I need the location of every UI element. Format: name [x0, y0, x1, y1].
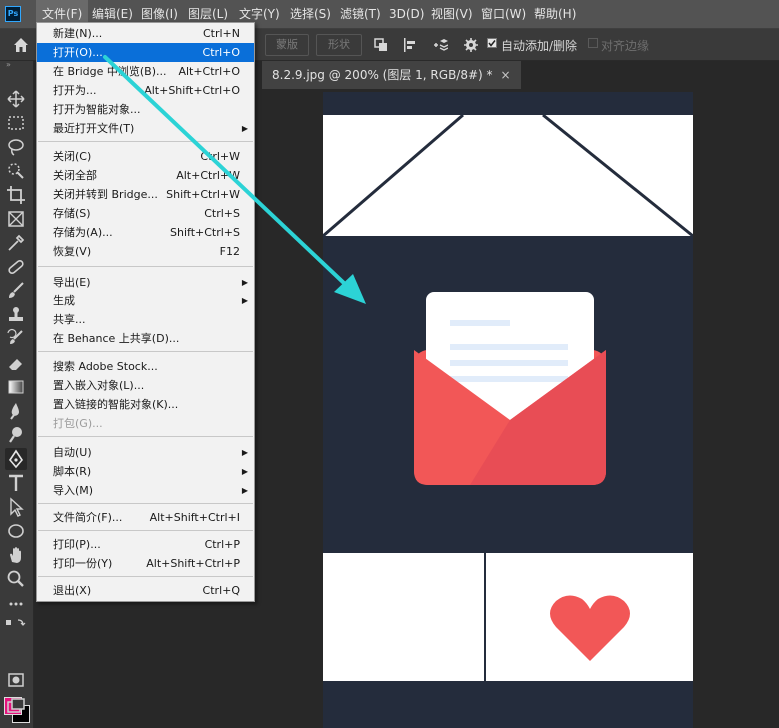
menu-separator — [38, 436, 253, 437]
menu-separator — [38, 351, 253, 352]
envelope-icon — [414, 292, 606, 485]
menu-filter[interactable]: 滤镜(T) — [334, 0, 387, 28]
menu-window[interactable]: 窗口(W) — [475, 0, 532, 28]
menu-item-open-smart-object[interactable]: 打开为智能对象... — [37, 100, 254, 119]
more-tools-icon[interactable] — [5, 592, 27, 614]
menu-item-close-go-bridge[interactable]: 关闭并转到 Bridge... Shift+Ctrl+W — [37, 185, 254, 204]
menu-item-save[interactable]: 存储(S) Ctrl+S — [37, 204, 254, 223]
mask-button[interactable]: 蒙版 — [265, 34, 309, 56]
heart-icon — [550, 595, 630, 661]
frame-tool-icon[interactable] — [5, 208, 27, 230]
path-arrangement-icon[interactable] — [432, 37, 448, 53]
path-alignment-icon[interactable] — [402, 37, 418, 53]
menu-item-new[interactable]: 新建(N)... Ctrl+N — [37, 24, 254, 43]
screen-mode-icon[interactable] — [5, 695, 27, 717]
menu-item-place-embedded[interactable]: 置入嵌入对象(L)... — [37, 376, 254, 395]
type-tool-icon[interactable] — [5, 472, 27, 494]
brush-tool-icon[interactable] — [5, 280, 27, 302]
menu-item-open[interactable]: 打开(O)... Ctrl+O — [37, 43, 254, 62]
align-edges-checkbox[interactable] — [588, 38, 598, 48]
eraser-tool-icon[interactable] — [5, 352, 27, 374]
submenu-arrow-icon: ▶ — [241, 467, 248, 476]
pen-tool-icon[interactable] — [5, 448, 27, 470]
menu-item-generate[interactable]: 生成 ▶ — [37, 291, 254, 310]
menu-separator — [38, 266, 253, 267]
menu-3d[interactable]: 3D(D) — [383, 0, 430, 28]
menu-separator — [38, 530, 253, 531]
align-edges-label: 对齐边缘 — [601, 39, 650, 53]
marquee-tool-icon[interactable] — [5, 112, 27, 134]
zoom-tool-icon[interactable] — [5, 568, 27, 590]
menu-item-place-linked[interactable]: 置入链接的智能对象(K)... — [37, 395, 254, 414]
menu-item-close[interactable]: 关闭(C) Ctrl+W — [37, 147, 254, 166]
ellipse-tool-icon[interactable] — [5, 520, 27, 542]
hand-tool-icon[interactable] — [5, 544, 27, 566]
crop-tool-icon[interactable] — [5, 184, 27, 206]
menu-item-save-as[interactable]: 存储为(A)... Shift+Ctrl+S — [37, 223, 254, 242]
clone-stamp-tool-icon[interactable] — [5, 304, 27, 326]
menu-item-close-all[interactable]: 关闭全部 Alt+Ctrl+W — [37, 166, 254, 185]
menu-separator — [38, 576, 253, 577]
collapse-toolbar-icon[interactable]: » — [6, 61, 26, 69]
menu-item-print-one-copy[interactable]: 打印一份(Y) Alt+Shift+Ctrl+P — [37, 554, 254, 573]
submenu-arrow-icon: ▶ — [241, 124, 248, 133]
submenu-arrow-icon: ▶ — [241, 296, 248, 305]
home-icon[interactable] — [12, 36, 30, 54]
menu-item-revert[interactable]: 恢复(V) F12 — [37, 242, 254, 261]
menu-item-import[interactable]: 导入(M) ▶ — [37, 481, 254, 500]
menu-separator — [38, 141, 253, 142]
blur-tool-icon[interactable] — [5, 400, 27, 422]
path-selection-tool-icon[interactable] — [5, 496, 27, 518]
auto-add-delete-label: 自动添加/删除 — [501, 39, 578, 53]
menu-help[interactable]: 帮助(H) — [528, 0, 582, 28]
envelope-flap-illustration — [322, 113, 694, 238]
menu-item-automate[interactable]: 自动(U) ▶ — [37, 443, 254, 462]
document-tab-title: 8.2.9.jpg @ 200% (图层 1, RGB/8#) * — [272, 68, 493, 82]
quick-mask-icon[interactable] — [5, 669, 27, 691]
gear-icon[interactable] — [463, 37, 479, 53]
submenu-arrow-icon: ▶ — [241, 278, 248, 287]
menu-view[interactable]: 视图(V) — [425, 0, 479, 28]
heart-panel — [486, 553, 693, 681]
menu-item-exit[interactable]: 退出(X) Ctrl+Q — [37, 581, 254, 600]
history-brush-tool-icon[interactable] — [5, 328, 27, 350]
quick-selection-tool-icon[interactable] — [5, 160, 27, 182]
menu-select[interactable]: 选择(S) — [284, 0, 337, 28]
shape-button[interactable]: 形状 — [316, 34, 362, 56]
file-menu-dropdown: 新建(N)... Ctrl+N 打开(O)... Ctrl+O 在 Bridge 中… — [36, 22, 255, 602]
tools-panel: » — [0, 61, 34, 728]
eyedropper-tool-icon[interactable] — [5, 232, 27, 254]
envelope-flap-panel — [322, 113, 694, 238]
photoshop-logo: Ps — [5, 6, 21, 22]
path-operations-icon[interactable] — [373, 37, 389, 53]
blank-panel — [323, 553, 484, 681]
healing-brush-tool-icon[interactable] — [5, 256, 27, 278]
close-tab-icon[interactable]: × — [501, 68, 511, 82]
menu-item-scripts[interactable]: 脚本(R) ▶ — [37, 462, 254, 481]
menu-item-package: 打包(G)... — [53, 417, 103, 430]
menu-item-export[interactable]: 导出(E) ▶ — [37, 273, 254, 292]
auto-add-delete-checkbox[interactable] — [487, 38, 497, 48]
menu-item-share-behance[interactable]: 在 Behance 上共享(D)... — [37, 329, 254, 348]
swap-colors-icon[interactable] — [5, 614, 27, 630]
submenu-arrow-icon: ▶ — [241, 486, 248, 495]
menu-item-print[interactable]: 打印(P)... Ctrl+P — [37, 535, 254, 554]
document-tab-bar: 8.2.9.jpg @ 200% (图层 1, RGB/8#) * × — [260, 61, 779, 89]
lasso-tool-icon[interactable] — [5, 136, 27, 158]
document-tab[interactable]: 8.2.9.jpg @ 200% (图层 1, RGB/8#) * × — [262, 61, 521, 89]
menu-item-adobe-stock[interactable]: 搜索 Adobe Stock... — [37, 357, 254, 376]
submenu-arrow-icon: ▶ — [241, 448, 248, 457]
menu-item-file-info[interactable]: 文件简介(F)... Alt+Shift+Ctrl+I — [37, 508, 254, 527]
gradient-tool-icon[interactable] — [5, 376, 27, 398]
menu-item-share[interactable]: 共享... — [37, 310, 254, 329]
move-tool-icon[interactable] — [5, 88, 27, 110]
menu-item-recent-files[interactable]: 最近打开文件(T) ▶ — [37, 119, 254, 138]
dodge-tool-icon[interactable] — [5, 424, 27, 446]
menu-separator — [38, 503, 253, 504]
menu-item-browse-in-bridge[interactable]: 在 Bridge 中浏览(B)... Alt+Ctrl+O — [37, 62, 254, 81]
menu-item-open-as[interactable]: 打开为... Alt+Shift+Ctrl+O — [37, 81, 254, 100]
